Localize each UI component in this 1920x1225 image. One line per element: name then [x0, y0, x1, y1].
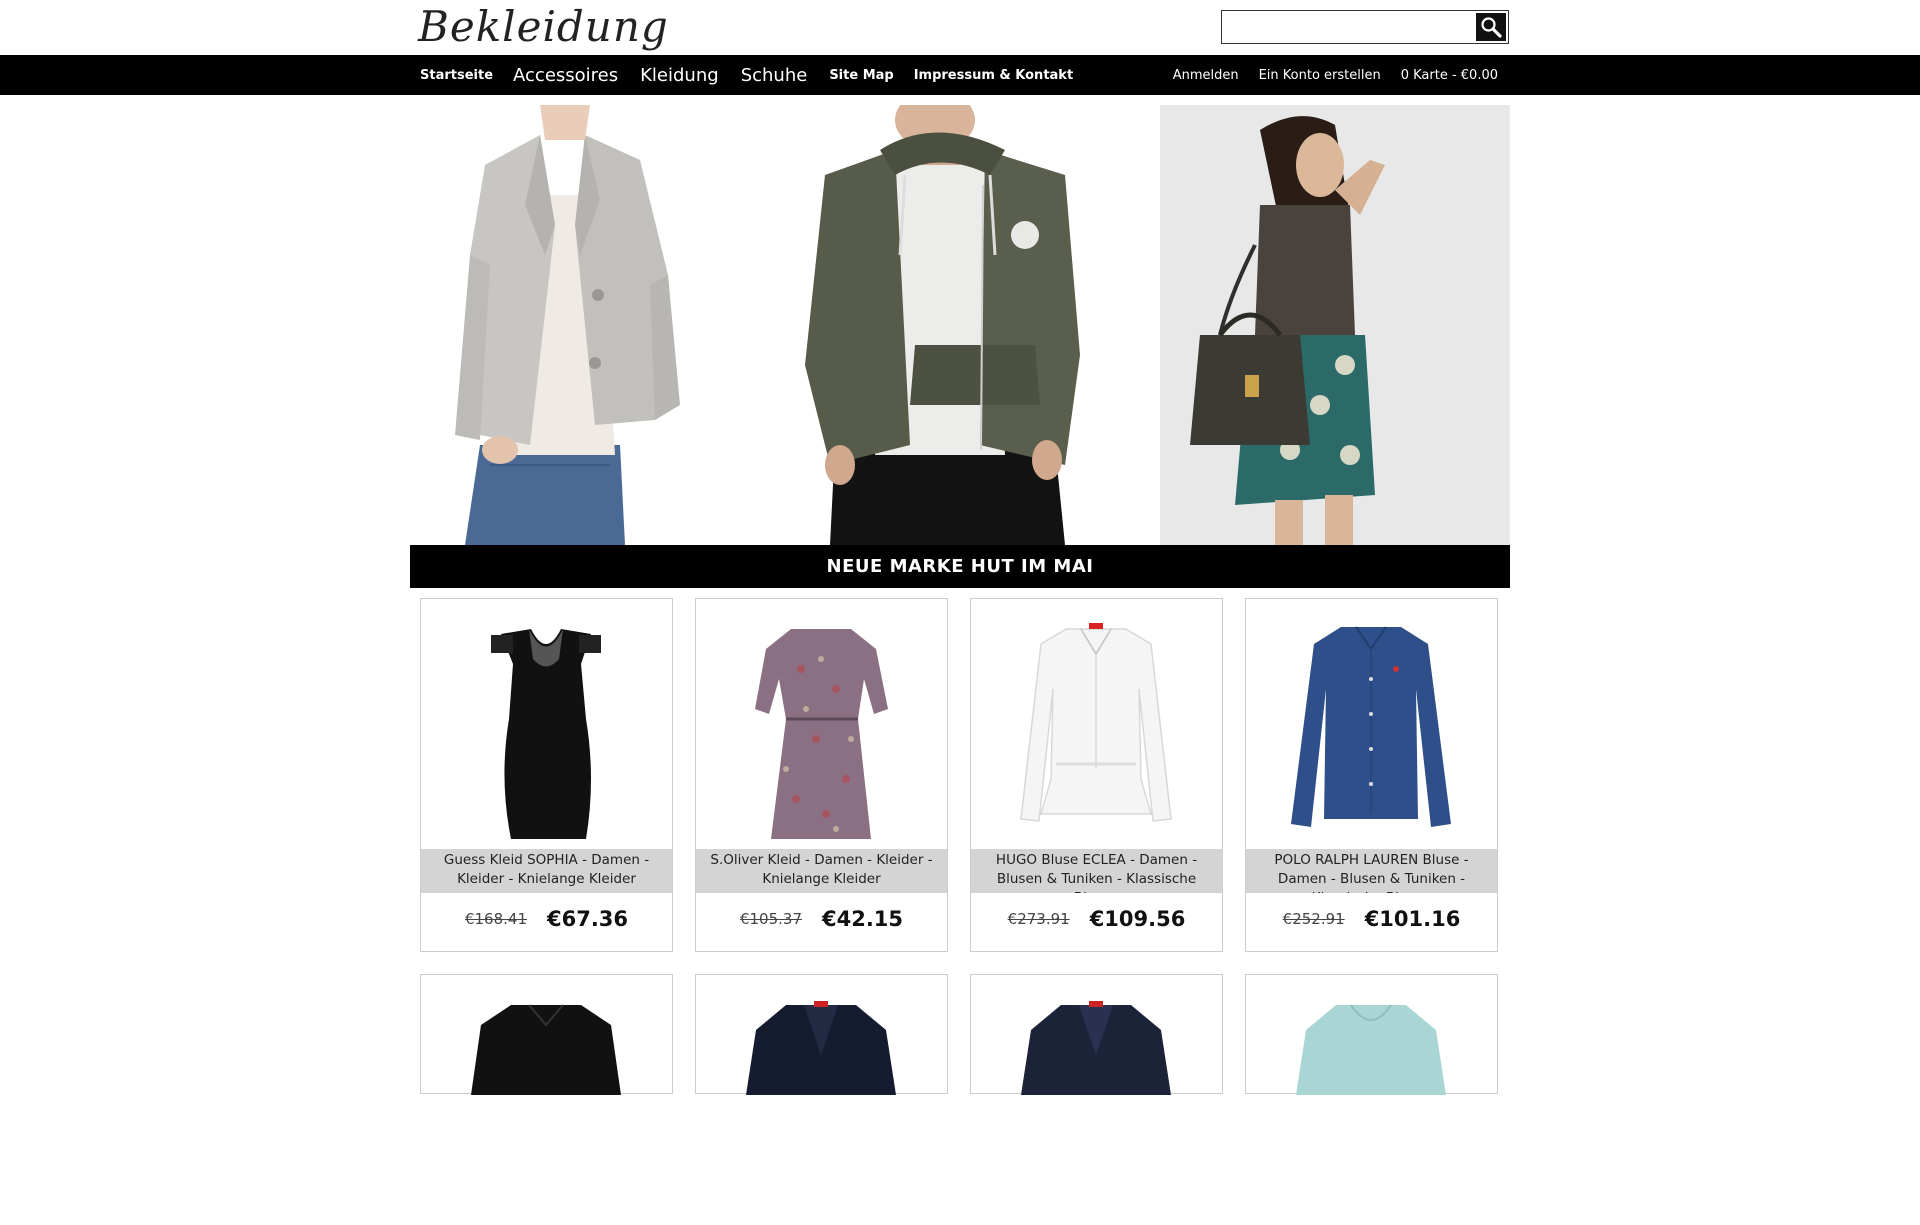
product-image[interactable]: [696, 975, 947, 1225]
hero-banner[interactable]: [410, 105, 1510, 545]
price-row: €252.91 €101.16: [1246, 899, 1497, 939]
new-price: €67.36: [546, 907, 629, 931]
product-card[interactable]: [695, 974, 948, 1095]
nav-item-accessoires[interactable]: Accessoires: [513, 65, 618, 86]
old-price: €168.41: [464, 910, 527, 928]
navy-blazer-image: [746, 1001, 896, 1095]
product-title[interactable]: Guess Kleid SOPHIA - Damen - Kleider - K…: [421, 849, 672, 893]
product-title[interactable]: POLO RALPH LAUREN Bluse - Damen - Blusen…: [1246, 849, 1497, 893]
price-row: €105.37 €42.15: [696, 899, 947, 939]
product-image[interactable]: [1246, 599, 1497, 849]
white-blouse-image: [1020, 623, 1172, 822]
nav-item-impressum[interactable]: Impressum & Kontakt: [914, 68, 1073, 83]
product-image[interactable]: [971, 975, 1222, 1225]
price-row: €168.41 €67.36: [421, 899, 672, 939]
product-title[interactable]: S.Oliver Kleid - Damen - Kleider - Kniel…: [696, 849, 947, 893]
floral-dress-image: [755, 629, 888, 839]
product-image[interactable]: [696, 599, 947, 849]
nav-item-kleidung[interactable]: Kleidung: [640, 65, 719, 86]
handbag-woman-image: [1190, 116, 1385, 545]
old-price: €105.37: [739, 910, 802, 928]
hoodie-man-image: [805, 105, 1080, 545]
old-price: €252.91: [1282, 910, 1345, 928]
search-icon: [1481, 17, 1502, 38]
product-card[interactable]: [1245, 974, 1498, 1095]
nav-item-schuhe[interactable]: Schuhe: [741, 65, 808, 86]
promo-banner[interactable]: NEUE MARKE HUT IM MAI: [410, 545, 1510, 588]
blazer-woman-image: [455, 105, 680, 545]
nav-right: Anmelden Ein Konto erstellen 0 Karte - €…: [1153, 55, 1498, 95]
new-price: €109.56: [1089, 907, 1186, 931]
site-logo[interactable]: Bekleidung: [418, 0, 669, 54]
product-image[interactable]: [421, 975, 672, 1225]
product-card[interactable]: [970, 974, 1223, 1095]
product-image[interactable]: [1246, 975, 1497, 1225]
product-image[interactable]: [421, 599, 672, 849]
product-image[interactable]: [971, 599, 1222, 849]
product-card[interactable]: POLO RALPH LAUREN Bluse - Damen - Blusen…: [1245, 598, 1498, 952]
product-card[interactable]: HUGO Bluse ECLEA - Damen - Blusen & Tuni…: [970, 598, 1223, 952]
black-shirt-image: [471, 1004, 621, 1095]
login-link[interactable]: Anmelden: [1173, 68, 1239, 83]
hero-panel-handbag[interactable]: [1160, 105, 1510, 545]
product-title[interactable]: HUGO Bluse ECLEA - Damen - Blusen & Tuni…: [971, 849, 1222, 893]
nav-left: Startseite Accessoires Kleidung Schuhe S…: [420, 55, 1093, 95]
hero-panel-hoodie[interactable]: [785, 105, 1160, 545]
old-price: €273.91: [1007, 910, 1070, 928]
product-card[interactable]: S.Oliver Kleid - Damen - Kleider - Kniel…: [695, 598, 948, 952]
price-row: €273.91 €109.56: [971, 899, 1222, 939]
product-card[interactable]: Guess Kleid SOPHIA - Damen - Kleider - K…: [420, 598, 673, 952]
cart-link[interactable]: 0 Karte - €0.00: [1401, 68, 1498, 83]
new-price: €101.16: [1364, 907, 1461, 931]
navy-blazer-2-image: [1021, 1001, 1171, 1095]
blue-shirt-image: [1291, 626, 1451, 827]
search-input[interactable]: [1224, 13, 1472, 41]
create-account-link[interactable]: Ein Konto erstellen: [1259, 68, 1381, 83]
nav-item-startseite[interactable]: Startseite: [420, 68, 493, 83]
main-nav: Startseite Accessoires Kleidung Schuhe S…: [0, 55, 1920, 95]
nav-item-site-map[interactable]: Site Map: [829, 68, 893, 83]
new-price: €42.15: [821, 907, 904, 931]
header: Bekleidung: [0, 0, 1920, 55]
search-button[interactable]: [1476, 13, 1506, 41]
search-box: [1221, 10, 1509, 44]
mint-jacket-image: [1296, 1004, 1446, 1095]
product-card[interactable]: [420, 974, 673, 1095]
black-dress-image: [491, 629, 601, 839]
hero-panel-blazer[interactable]: [410, 105, 785, 545]
